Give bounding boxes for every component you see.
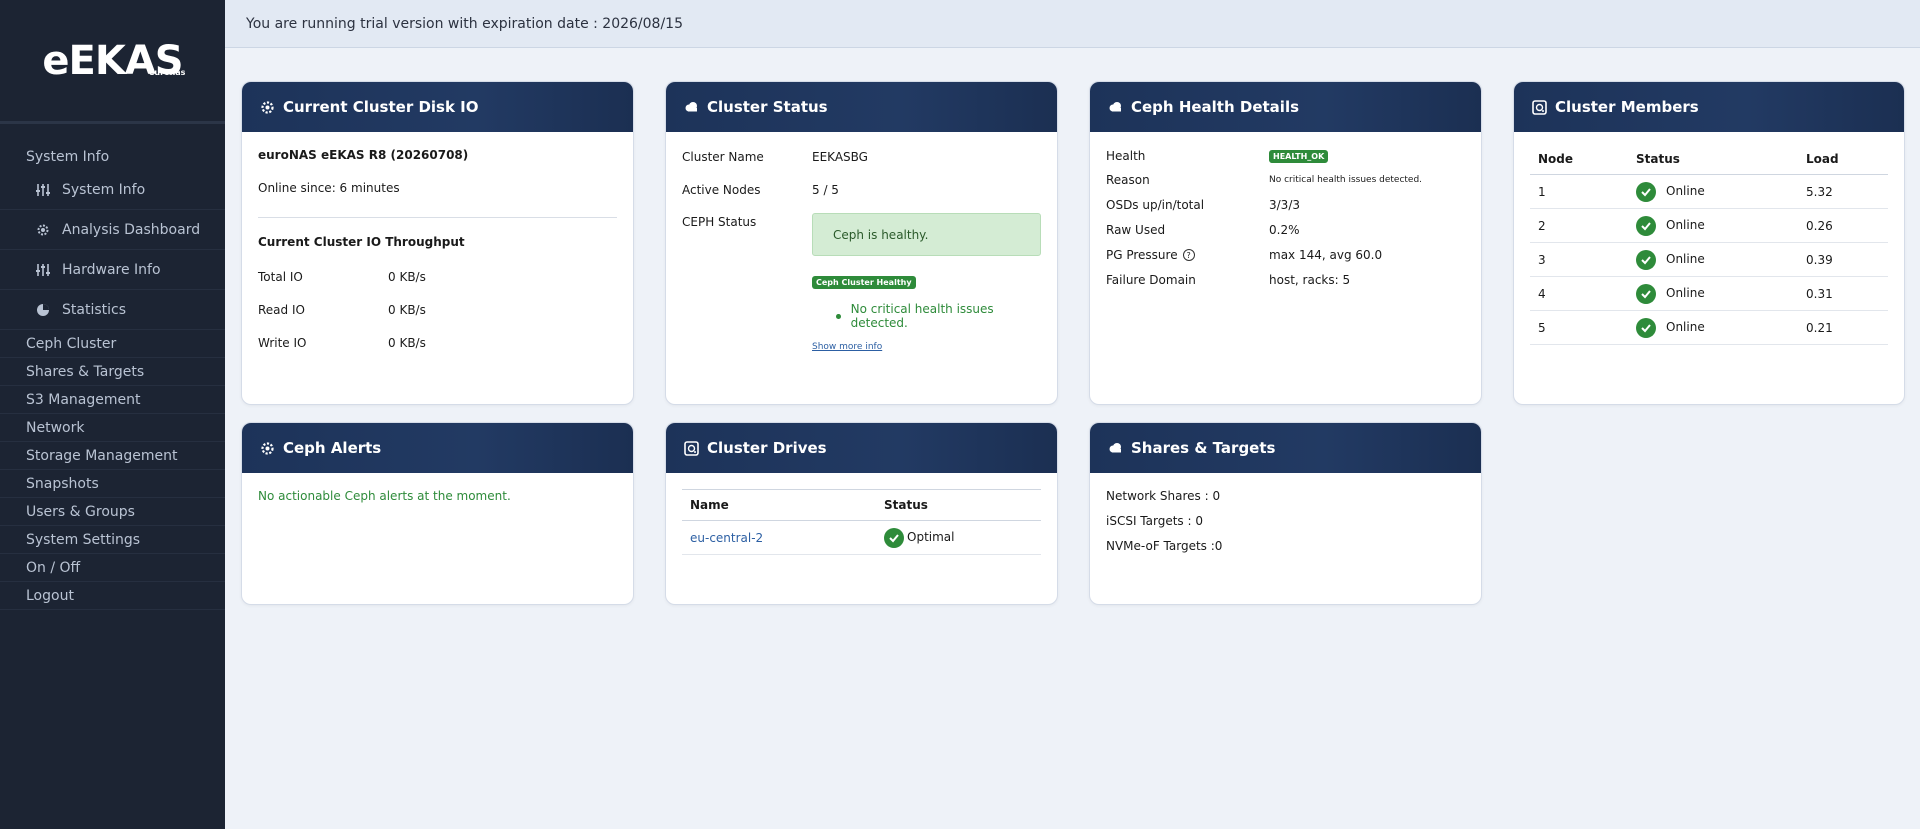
help-icon[interactable]: ? (1182, 249, 1195, 261)
disk-io-card: Current Cluster Disk IO euroNAS eEKAS R8… (241, 81, 634, 405)
cluster-members-title: Cluster Members (1555, 98, 1699, 116)
sidebar-item-network[interactable]: Network (0, 414, 225, 442)
table-row: 3 Online 0.39 (1530, 242, 1888, 277)
members-table: Node Status Load 1 Online 5.32 2 Online … (1530, 144, 1888, 345)
ceph-alerts-card: Ceph Alerts No actionable Ceph alerts at… (241, 422, 634, 605)
members-header-row: Node Status Load (1530, 144, 1888, 175)
sidebar-item-storage-management[interactable]: Storage Management (0, 442, 225, 470)
shares-targets-card: Shares & Targets Network Shares : 0 iSCS… (1089, 422, 1482, 605)
table-row: 2 Online 0.26 (1530, 208, 1888, 243)
alerts-message: No actionable Ceph alerts at the moment. (258, 489, 511, 503)
sidebar-item-on-off[interactable]: On / Off (0, 554, 225, 582)
io-row: Total IO 0 KB/s (258, 270, 426, 284)
logo[interactable]: eEKAS euronas (0, 0, 225, 124)
table-row: 5 Online 0.21 (1530, 310, 1888, 345)
cloud-icon (1108, 441, 1123, 456)
sidebar-item-ceph-cluster[interactable]: Ceph Cluster (0, 330, 225, 358)
iscsi-targets: iSCSI Targets : 0 (1106, 514, 1203, 528)
ceph-health-title: Ceph Health Details (1131, 98, 1300, 116)
gear-icon (36, 223, 50, 237)
health-ok-badge: HEALTH_OK (1269, 149, 1329, 163)
cluster-drives-title: Cluster Drives (707, 439, 827, 457)
check-circle-icon (1636, 283, 1656, 304)
sliders-icon (36, 263, 50, 277)
ceph-healthy-box: Ceph is healthy. (812, 213, 1041, 256)
table-row: 1 Online 5.32 (1530, 174, 1888, 209)
cluster-status-title: Cluster Status (707, 98, 828, 116)
sidebar-nav: System Info System Info Analysis Dashboa… (0, 124, 225, 610)
bullet-dot (836, 313, 841, 319)
sidebar-subitem-system-info[interactable]: System Info (0, 170, 225, 210)
drive-name-link[interactable]: eu-central-2 (682, 520, 876, 555)
health-bullet: No critical health issues detected. (812, 302, 1041, 330)
divider (258, 217, 617, 218)
cluster-name-value: EEKASBG (812, 150, 868, 164)
check-circle-icon (1636, 249, 1656, 270)
cloud-icon (1108, 100, 1123, 115)
sidebar-item-snapshots[interactable]: Snapshots (0, 470, 225, 498)
sidebar-item-s3-management[interactable]: S3 Management (0, 386, 225, 414)
io-row: Read IO 0 KB/s (258, 303, 426, 317)
raw-used-row: Raw Used 0.2% (1106, 223, 1300, 237)
disk-io-card-header: Current Cluster Disk IO (242, 82, 633, 132)
check-circle-icon (1636, 317, 1656, 338)
shares-targets-title: Shares & Targets (1131, 439, 1276, 457)
cluster-members-card-header: Cluster Members (1514, 82, 1904, 132)
sidebar-subitem-hardware-info[interactable]: Hardware Info (0, 250, 225, 290)
drives-table: Name Status eu-central-2 Optimal (682, 489, 1041, 555)
check-circle-icon (884, 527, 904, 548)
system-version: euroNAS eEKAS R8 (20260708) (258, 148, 469, 162)
cluster-drives-card-header: Cluster Drives (666, 423, 1057, 473)
cloud-icon (684, 100, 699, 115)
health-row: Health HEALTH_OK (1106, 148, 1465, 164)
hdd-icon (1532, 99, 1547, 115)
sidebar-subitem-statistics[interactable]: Statistics (0, 290, 225, 330)
reason-row: Reason No critical health issues detecte… (1106, 173, 1423, 187)
sidebar-subitem-analysis-dashboard[interactable]: Analysis Dashboard (0, 210, 225, 250)
ceph-health-card-header: Ceph Health Details (1090, 82, 1481, 132)
failure-domain-row: Failure Domain host, racks: 5 (1106, 273, 1351, 287)
table-row: 4 Online 0.31 (1530, 276, 1888, 311)
cluster-name-row: Cluster Name EEKASBG (682, 150, 868, 164)
sidebar-item-shares-targets[interactable]: Shares & Targets (0, 358, 225, 386)
table-row: eu-central-2 Optimal (682, 520, 1041, 555)
hdd-icon (684, 440, 699, 456)
ceph-status-row: CEPH Status Ceph is healthy. Ceph Cluste… (682, 213, 1041, 352)
drives-header-row: Name Status (682, 489, 1041, 521)
throughput-title: Current Cluster IO Throughput (258, 235, 465, 249)
ceph-alerts-title: Ceph Alerts (283, 439, 382, 457)
show-more-info-link[interactable]: Show more info (812, 342, 1041, 352)
sidebar-item-system-settings[interactable]: System Settings (0, 526, 225, 554)
gear-icon (260, 441, 275, 456)
nvme-targets: NVMe-oF Targets :0 (1106, 539, 1223, 553)
sliders-icon (36, 183, 50, 197)
network-shares: Network Shares : 0 (1106, 489, 1221, 503)
logo-subtext: euronas (149, 68, 186, 77)
sidebar-item-logout[interactable]: Logout (0, 582, 225, 610)
online-since: Online since: 6 minutes (258, 181, 400, 195)
cluster-drives-card: Cluster Drives Name Status eu-central-2 … (665, 422, 1058, 605)
trial-banner-text: You are running trial version with expir… (246, 15, 683, 32)
sidebar: eEKAS euronas System Info System Info An… (0, 0, 225, 829)
io-row: Write IO 0 KB/s (258, 336, 426, 350)
cluster-status-card-header: Cluster Status (666, 82, 1057, 132)
ceph-healthy-badge: Ceph Cluster Healthy (812, 276, 916, 289)
pg-pressure-row: PG Pressure ? max 144, avg 60.0 (1106, 248, 1383, 262)
pie-chart-icon (36, 303, 50, 317)
gear-icon (260, 100, 275, 115)
shares-targets-card-header: Shares & Targets (1090, 423, 1481, 473)
sidebar-item-users-groups[interactable]: Users & Groups (0, 498, 225, 526)
check-circle-icon (1636, 181, 1656, 202)
check-circle-icon (1636, 215, 1656, 236)
osd-row: OSDs up/in/total 3/3/3 (1106, 198, 1300, 212)
disk-io-title: Current Cluster Disk IO (283, 98, 479, 116)
ceph-health-card: Ceph Health Details Health HEALTH_OK Rea… (1089, 81, 1482, 405)
active-nodes-value: 5 / 5 (812, 183, 839, 197)
active-nodes-row: Active Nodes 5 / 5 (682, 183, 839, 197)
cluster-members-card: Cluster Members Node Status Load 1 Onlin… (1513, 81, 1905, 405)
cluster-status-card: Cluster Status Cluster Name EEKASBG Acti… (665, 81, 1058, 405)
ceph-alerts-card-header: Ceph Alerts (242, 423, 633, 473)
trial-banner: You are running trial version with expir… (225, 0, 1920, 48)
sidebar-item-system-info[interactable]: System Info (0, 144, 225, 170)
